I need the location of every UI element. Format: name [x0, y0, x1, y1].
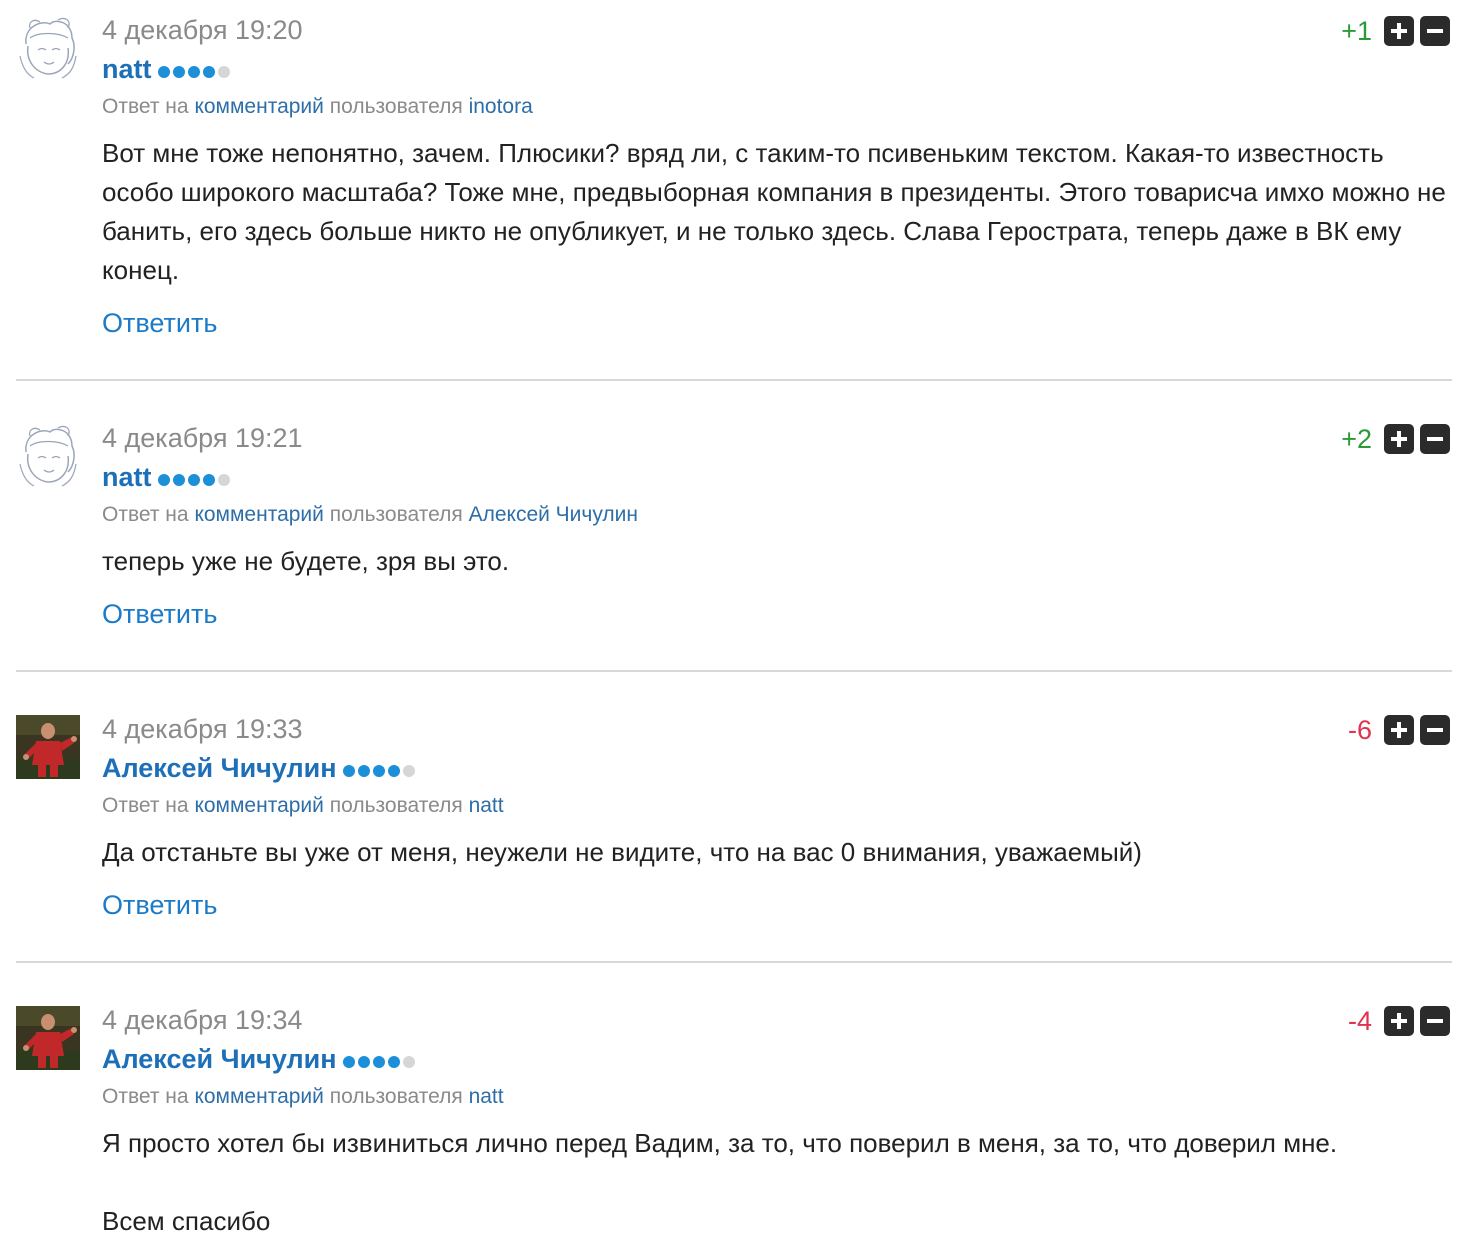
vote-controls: +1	[1341, 16, 1450, 46]
plus-icon[interactable]	[1384, 424, 1414, 454]
comment-divider	[16, 961, 1452, 963]
football-player-photo-avatar-icon	[16, 1006, 80, 1070]
comment-author[interactable]: natt	[102, 461, 233, 495]
comment-text: Я просто хотел бы извиниться лично перед…	[102, 1128, 1338, 1158]
comment-score: +1	[1341, 16, 1372, 46]
minus-icon[interactable]	[1420, 1006, 1450, 1036]
football-player-photo-avatar-icon	[16, 715, 80, 779]
reply-user-word: пользователя	[329, 1085, 463, 1108]
avatar[interactable]	[16, 16, 80, 80]
plus-icon[interactable]	[1384, 1006, 1414, 1036]
reply-button[interactable]: Ответить	[102, 307, 217, 339]
reply-prefix: Ответ на	[102, 95, 189, 118]
comment-text-line2: Всем спасибо	[102, 1206, 271, 1236]
cartoon-girl-avatar-icon	[16, 16, 80, 80]
parent-comment-link[interactable]: комментарий	[194, 794, 323, 817]
minus-icon[interactable]	[1420, 424, 1450, 454]
plus-icon[interactable]	[1384, 16, 1414, 46]
avatar[interactable]	[16, 715, 80, 779]
comment-author[interactable]: natt	[102, 53, 233, 87]
parent-user-link[interactable]: natt	[469, 1085, 504, 1108]
reply-prefix: Ответ на	[102, 503, 189, 526]
reply-user-word: пользователя	[329, 95, 463, 118]
comment-author[interactable]: Алексей Чичулин	[102, 752, 418, 786]
avatar[interactable]	[16, 1006, 80, 1070]
parent-user-link[interactable]: natt	[469, 794, 504, 817]
comment-divider	[16, 379, 1452, 381]
comment-divider	[16, 670, 1452, 672]
avatar[interactable]	[16, 424, 80, 488]
author-name[interactable]: Алексей Чичулин	[102, 753, 337, 783]
comment-date: 4 декабря 19:34	[102, 1005, 303, 1035]
cartoon-girl-avatar-icon	[16, 424, 80, 488]
author-name[interactable]: natt	[102, 54, 152, 84]
reply-prefix: Ответ на	[102, 1085, 189, 1108]
parent-user-link[interactable]: inotora	[469, 95, 533, 118]
rating-dots	[342, 1043, 418, 1075]
comment-text: теперь уже не будете, зря вы это.	[102, 546, 510, 576]
comment-text: Да отстаньте вы уже от меня, неужели не …	[102, 837, 1142, 867]
reply-to-line: Ответ на комментарий пользователя inotor…	[102, 94, 533, 120]
plus-icon[interactable]	[1384, 715, 1414, 745]
reply-user-word: пользователя	[329, 503, 463, 526]
comment-date: 4 декабря 19:33	[102, 714, 303, 744]
author-name[interactable]: natt	[102, 462, 152, 492]
rating-dots	[157, 53, 233, 85]
comment-date: 4 декабря 19:21	[102, 423, 303, 453]
reply-to-line: Ответ на комментарий пользователя Алексе…	[102, 502, 638, 528]
comment-author[interactable]: Алексей Чичулин	[102, 1043, 418, 1077]
rating-dots	[342, 752, 418, 784]
parent-comment-link[interactable]: комментарий	[194, 503, 323, 526]
comment-score: +2	[1341, 424, 1372, 454]
parent-comment-link[interactable]: комментарий	[194, 95, 323, 118]
reply-prefix: Ответ на	[102, 794, 189, 817]
comment-date: 4 декабря 19:20	[102, 15, 303, 45]
comment-text: Вот мне тоже непонятно, зачем. Плюсики? …	[102, 138, 1446, 285]
comment-score: -4	[1347, 1006, 1372, 1036]
parent-user-link[interactable]: Алексей Чичулин	[469, 503, 638, 526]
minus-icon[interactable]	[1420, 16, 1450, 46]
reply-button[interactable]: Ответить	[102, 889, 217, 921]
comment-score: -6	[1347, 715, 1372, 745]
rating-dots	[157, 461, 233, 493]
minus-icon[interactable]	[1420, 715, 1450, 745]
reply-to-line: Ответ на комментарий пользователя natt	[102, 793, 504, 819]
reply-user-word: пользователя	[329, 794, 463, 817]
reply-to-line: Ответ на комментарий пользователя natt	[102, 1084, 504, 1110]
reply-button[interactable]: Ответить	[102, 598, 217, 630]
vote-controls: -4	[1348, 1006, 1450, 1036]
author-name[interactable]: Алексей Чичулин	[102, 1044, 337, 1074]
parent-comment-link[interactable]: комментарий	[194, 1085, 323, 1108]
vote-controls: +2	[1341, 424, 1450, 454]
vote-controls: -6	[1348, 715, 1450, 745]
